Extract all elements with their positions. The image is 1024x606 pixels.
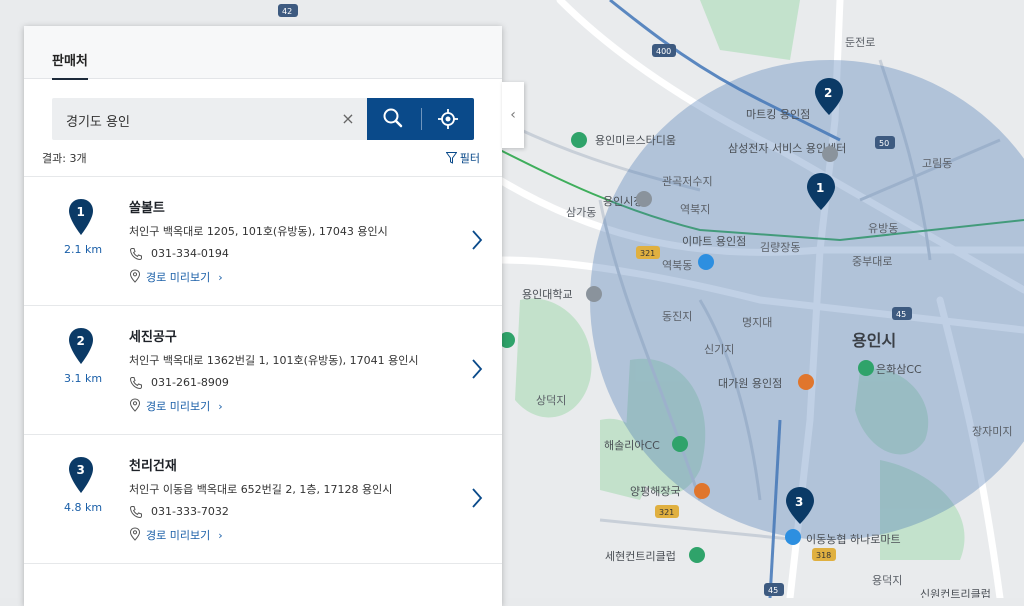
result-bar: 결과: 3개 필터 <box>42 150 480 168</box>
tab-bar: 판매처 <box>24 26 502 80</box>
phone-icon <box>129 506 142 519</box>
svg-text:50: 50 <box>879 139 889 148</box>
svg-text:동진지: 동진지 <box>662 310 692 323</box>
svg-text:321: 321 <box>659 508 674 517</box>
dealer-phone[interactable]: 031-261-8909 <box>129 376 229 390</box>
filter-label: 필터 <box>459 152 480 165</box>
place-label: 용인미르스타디움 <box>595 134 676 147</box>
crosshair-icon <box>438 109 458 129</box>
place-label: 마트킹 용인점 <box>746 108 810 121</box>
place-label: 해솔리아CC <box>604 438 660 452</box>
svg-text:321: 321 <box>640 249 655 258</box>
chevron-right-icon: › <box>218 271 223 284</box>
collapse-panel-button[interactable]: ‹ <box>502 82 524 148</box>
svg-text:고림동: 고림동 <box>922 157 952 170</box>
search-input[interactable] <box>64 98 328 142</box>
filter-icon <box>445 152 458 164</box>
distance: 4.8 km <box>63 501 103 514</box>
filter-button[interactable]: 필터 <box>445 150 480 166</box>
dealer-name: 세진공구 <box>129 330 177 345</box>
svg-text:둔전로: 둔전로 <box>845 36 875 49</box>
svg-text:1: 1 <box>77 205 85 219</box>
location-pin-icon <box>129 527 141 541</box>
search-button-group <box>367 98 474 140</box>
place-label: 은화삼CC <box>876 363 922 376</box>
chevron-right-icon[interactable] <box>470 358 484 380</box>
svg-text:역북지: 역북지 <box>680 203 710 216</box>
chevron-right-icon: › <box>218 400 223 413</box>
place-label: 세현컨트리클럽 <box>605 549 676 563</box>
list-item[interactable]: 1 2.1 km 쏠볼트 처인구 백옥대로 1205, 101호(유방동), 1… <box>24 177 502 306</box>
phone-icon <box>129 248 142 261</box>
place-label: 대가원 용인점 <box>718 377 782 390</box>
dealer-list: 1 2.1 km 쏠볼트 처인구 백옥대로 1205, 101호(유방동), 1… <box>24 176 502 564</box>
location-pin-icon <box>129 398 141 412</box>
svg-text:3: 3 <box>77 463 85 477</box>
svg-text:김량장동: 김량장동 <box>760 241 800 254</box>
route-preview-link[interactable]: 경로 미리보기 › <box>129 269 223 285</box>
place-label: 용인대학교 <box>522 288 573 301</box>
dealer-address: 처인구 이동읍 백옥대로 652번길 2, 1층, 17128 용인시 <box>129 483 393 496</box>
dealer-address: 처인구 백옥대로 1205, 101호(유방동), 17043 용인시 <box>129 225 388 238</box>
svg-text:신기지: 신기지 <box>704 343 734 356</box>
location-pin-icon <box>129 269 141 283</box>
svg-text:신원컨트리클럽: 신원컨트리클럽 <box>920 587 991 598</box>
dealer-phone[interactable]: 031-334-0194 <box>129 247 229 261</box>
dealer-name: 쏠볼트 <box>129 201 165 216</box>
phone-icon <box>129 377 142 390</box>
svg-text:1: 1 <box>816 181 824 195</box>
map-pin-icon: 2 <box>69 328 93 364</box>
map-pin-icon: 3 <box>69 457 93 493</box>
place-label: 이마트 용인점 <box>682 235 746 248</box>
dealer-locator-panel: 판매처 × <box>24 26 524 606</box>
search-box: × <box>52 98 367 142</box>
distance: 2.1 km <box>63 243 103 256</box>
distance: 3.1 km <box>63 372 103 385</box>
route-preview-link[interactable]: 경로 미리보기 › <box>129 398 223 414</box>
result-count: 결과: 3개 <box>42 152 87 165</box>
place-label: 양평해장국 <box>630 484 681 498</box>
search-row: × <box>52 98 474 142</box>
svg-text:45: 45 <box>896 310 906 319</box>
svg-text:명지대: 명지대 <box>742 316 772 329</box>
svg-text:45: 45 <box>768 586 778 595</box>
svg-text:관곡저수지: 관곡저수지 <box>662 175 713 188</box>
route-preview-link[interactable]: 경로 미리보기 › <box>129 527 223 543</box>
map-pin-icon: 1 <box>69 199 93 235</box>
chevron-right-icon[interactable] <box>470 229 484 251</box>
svg-text:42: 42 <box>282 7 292 16</box>
svg-text:2: 2 <box>824 86 832 100</box>
svg-text:유방동: 유방동 <box>868 222 898 235</box>
search-icon <box>383 108 403 128</box>
search-button[interactable] <box>367 98 421 140</box>
svg-text:용덕지: 용덕지 <box>872 574 902 587</box>
svg-text:400: 400 <box>656 47 671 56</box>
locate-me-button[interactable] <box>422 98 476 140</box>
svg-text:3: 3 <box>795 495 803 509</box>
svg-text:장자미지: 장자미지 <box>972 425 1012 438</box>
clear-search-button[interactable]: × <box>339 110 357 128</box>
list-item[interactable]: 2 3.1 km 세진공구 처인구 백옥대로 1362번길 1, 101호(유방… <box>24 306 502 435</box>
svg-text:2: 2 <box>77 334 85 348</box>
place-label: 이동농협 하나로마트 <box>806 532 901 546</box>
dealer-phone[interactable]: 031-333-7032 <box>129 505 229 519</box>
city-label: 용인시 <box>852 331 896 350</box>
svg-text:중부대로: 중부대로 <box>852 255 892 268</box>
chevron-right-icon[interactable] <box>470 487 484 509</box>
svg-text:318: 318 <box>816 551 831 560</box>
dealer-address: 처인구 백옥대로 1362번길 1, 101호(유방동), 17041 용인시 <box>129 354 419 367</box>
svg-text:삼가동: 삼가동 <box>566 206 596 219</box>
list-item[interactable]: 3 4.8 km 천리건재 처인구 이동읍 백옥대로 652번길 2, 1층, … <box>24 435 502 564</box>
svg-text:역북동: 역북동 <box>662 259 692 272</box>
dealer-name: 천리건재 <box>129 459 177 474</box>
svg-text:상덕지: 상덕지 <box>536 394 566 407</box>
tab-dealers[interactable]: 판매처 <box>52 50 88 80</box>
chevron-right-icon: › <box>218 529 223 542</box>
